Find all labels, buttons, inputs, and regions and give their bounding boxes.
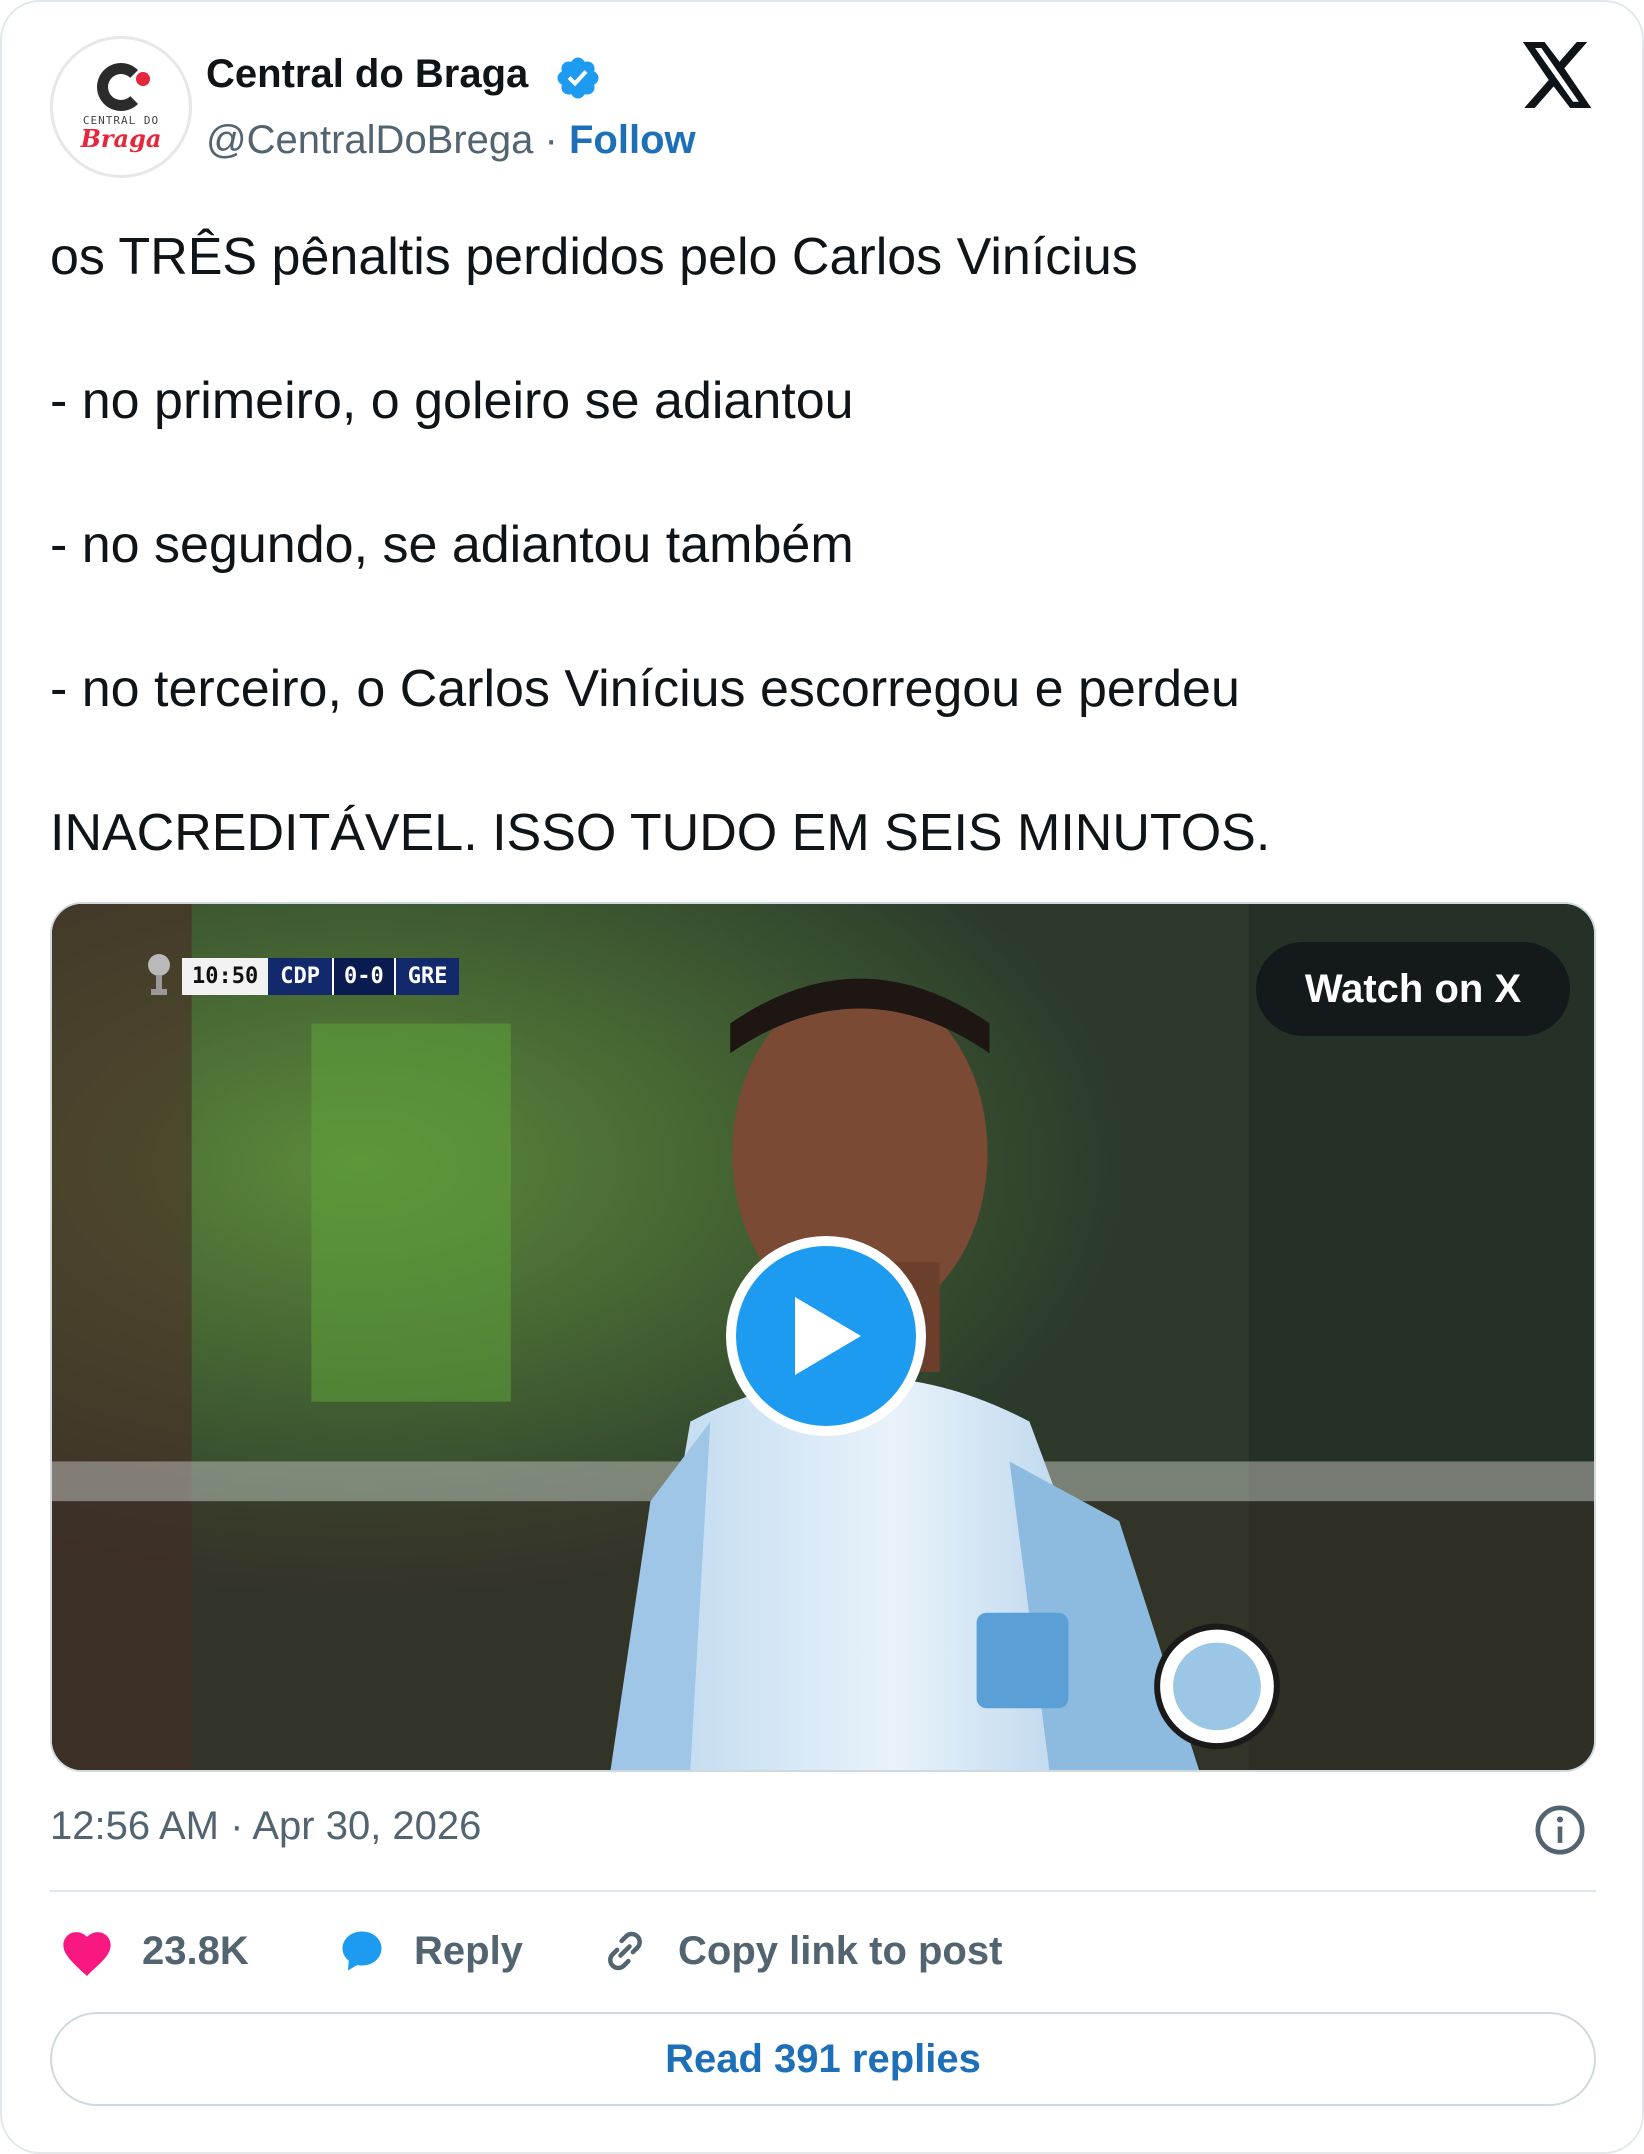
tweet-line: - no primeiro, o goleiro se adiantou — [50, 372, 854, 430]
copy-link-button[interactable]: Copy link to post — [598, 1916, 1002, 1986]
post-timestamp[interactable]: 12:56 AM · Apr 30, 2026 — [50, 1804, 481, 1849]
heart-icon — [63, 1932, 111, 1977]
tweet-text: os TRÊS pênaltis perdidos pelo Carlos Vi… — [50, 222, 1610, 868]
play-button[interactable] — [726, 1236, 926, 1436]
action-bar: 23.8K Reply Copy link to post — [50, 1916, 1596, 1986]
trophy-icon — [148, 954, 170, 995]
divider — [50, 1890, 1596, 1892]
video-player[interactable]: 10:50 CDP 0-0 GRE Watch on X — [50, 902, 1596, 1772]
play-icon — [795, 1297, 861, 1375]
x-logo-icon[interactable] — [1522, 42, 1594, 108]
verified-badge-icon — [557, 57, 599, 99]
reply-button[interactable]: Reply — [336, 1916, 523, 1986]
separator-dot: · — [544, 118, 558, 162]
tweet-line: - no terceiro, o Carlos Vinícius escorre… — [50, 660, 1240, 718]
tweet-line: - no segundo, se adiantou também — [50, 516, 854, 574]
author-avatar[interactable]: CENTRAL DO Braga — [50, 36, 192, 178]
away-team: GRE — [395, 957, 460, 995]
reply-label: Reply — [414, 1928, 523, 1973]
home-team: CDP — [268, 957, 332, 995]
tweet-line: os TRÊS pênaltis perdidos pelo Carlos Vi… — [50, 228, 1138, 286]
reply-bubble-icon — [342, 1931, 382, 1971]
copy-link-label: Copy link to post — [678, 1928, 1003, 1973]
brand-logo-c — [97, 63, 150, 111]
watch-on-x-button[interactable]: Watch on X — [1256, 942, 1570, 1036]
follow-button[interactable]: Follow — [569, 118, 696, 162]
link-icon — [608, 1931, 642, 1971]
handle-row: @CentralDoBrega · Follow — [206, 118, 696, 163]
author-name[interactable]: Central do Braga — [206, 52, 528, 97]
info-icon[interactable] — [1532, 1802, 1588, 1858]
avatar-brand-text: Braga — [80, 124, 162, 153]
tweet-card: CENTRAL DO Braga Central do Braga @Centr… — [0, 0, 1644, 2154]
like-count: 23.8K — [142, 1928, 249, 1973]
like-button[interactable]: 23.8K — [58, 1916, 249, 1986]
match-score: 0-0 — [331, 957, 396, 995]
scoreboard: 10:50 CDP 0-0 GRE — [144, 954, 460, 996]
read-replies-button[interactable]: Read 391 replies — [50, 2012, 1596, 2106]
author-handle[interactable]: @CentralDoBrega — [206, 118, 533, 162]
match-clock: 10:50 — [182, 957, 269, 995]
tweet-line: INACREDITÁVEL. ISSO TUDO EM SEIS MINUTOS… — [50, 804, 1271, 862]
